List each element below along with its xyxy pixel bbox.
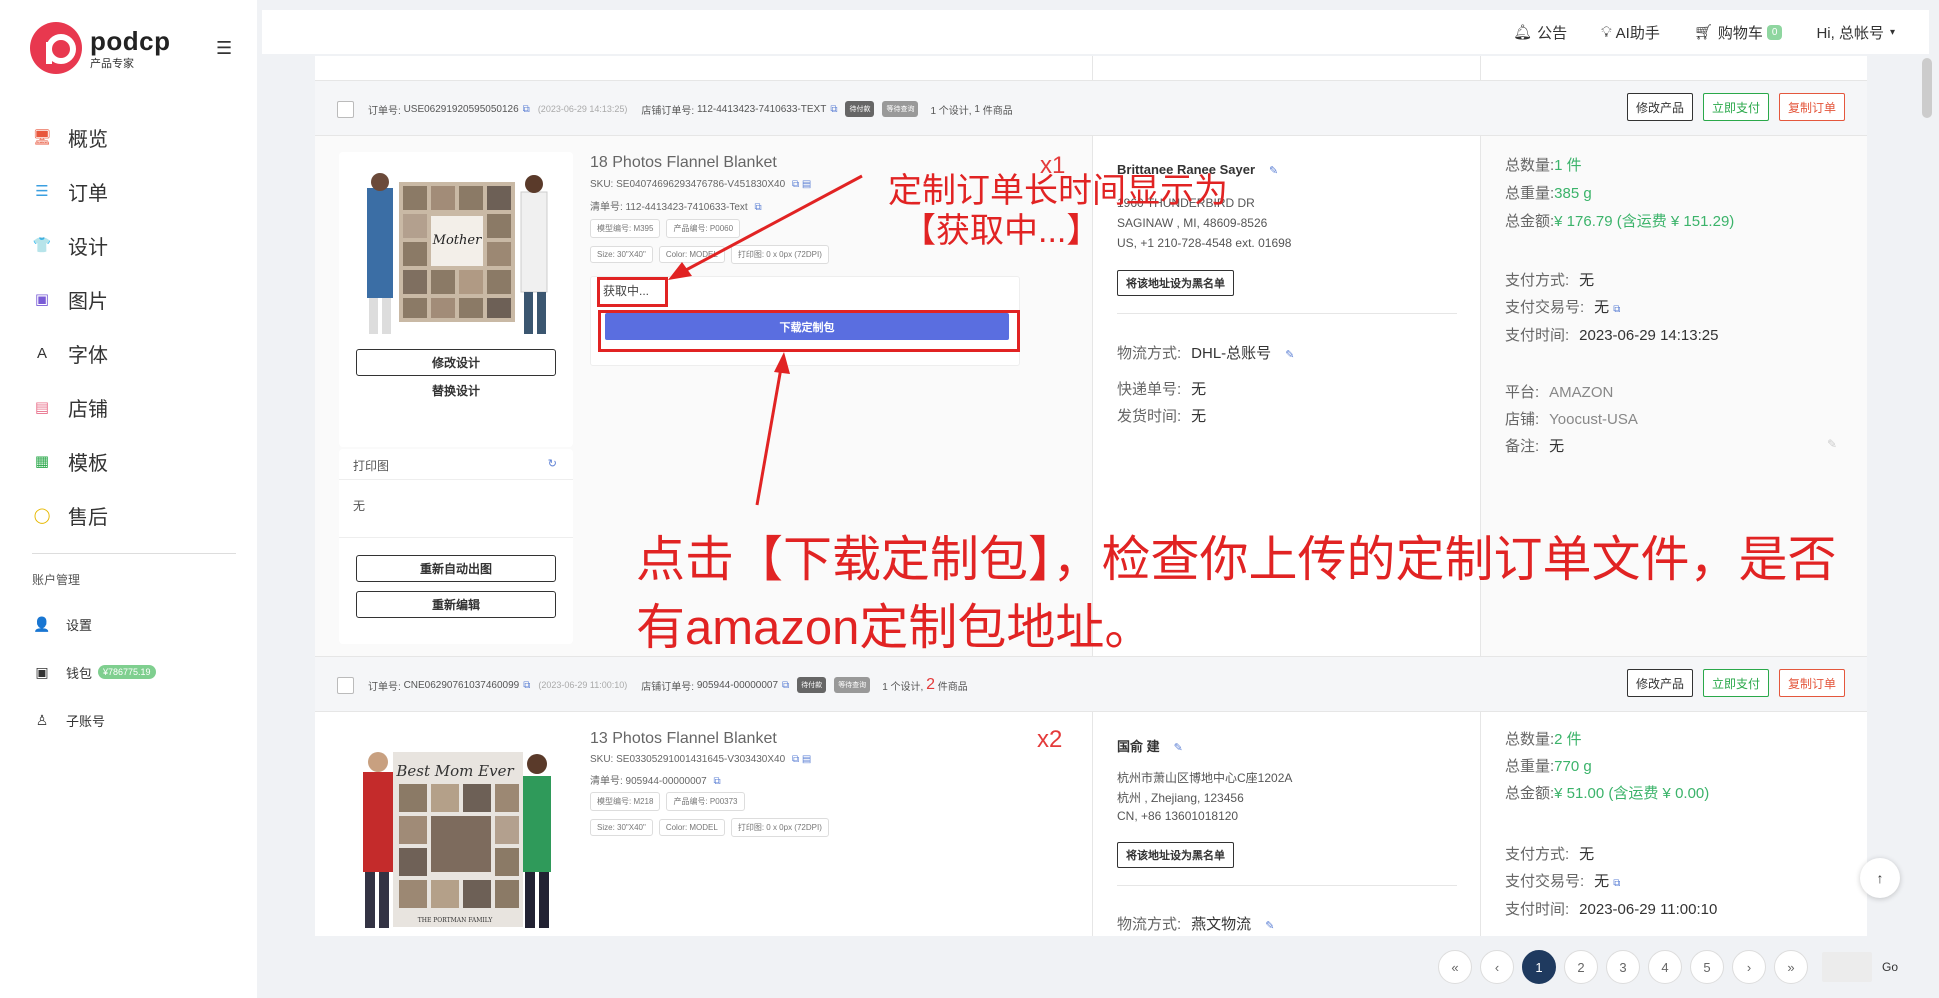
page-3-button[interactable]: 3 (1606, 950, 1640, 984)
page-4-button[interactable]: 4 (1648, 950, 1682, 984)
go-button[interactable]: Go (1882, 960, 1898, 974)
prev-page-button[interactable]: ‹ (1480, 950, 1514, 984)
pagination: « ‹ 1 2 3 4 5 › » Go (1430, 950, 1898, 984)
next-page-button[interactable]: › (1732, 950, 1766, 984)
page-1-button[interactable]: 1 (1522, 950, 1556, 984)
page-2-button[interactable]: 2 (1564, 950, 1598, 984)
page-5-button[interactable]: 5 (1690, 950, 1724, 984)
annotation-bottom-line1: 点击【下载定制包】，检查你上传的定制订单文件，是否 (636, 533, 1837, 587)
scrollbar[interactable] (1922, 58, 1932, 118)
back-to-top-icon[interactable]: ↑ (1860, 858, 1900, 898)
page-jump-input[interactable] (1822, 952, 1872, 982)
annotation-arrows (668, 174, 863, 506)
last-page-button[interactable]: » (1774, 950, 1808, 984)
annotation-bottom-line2: 有amazon定制包地址。 (636, 601, 1154, 655)
first-page-button[interactable]: « (1438, 950, 1472, 984)
annotation-top-line2: 【获取中...】 (902, 212, 1101, 250)
